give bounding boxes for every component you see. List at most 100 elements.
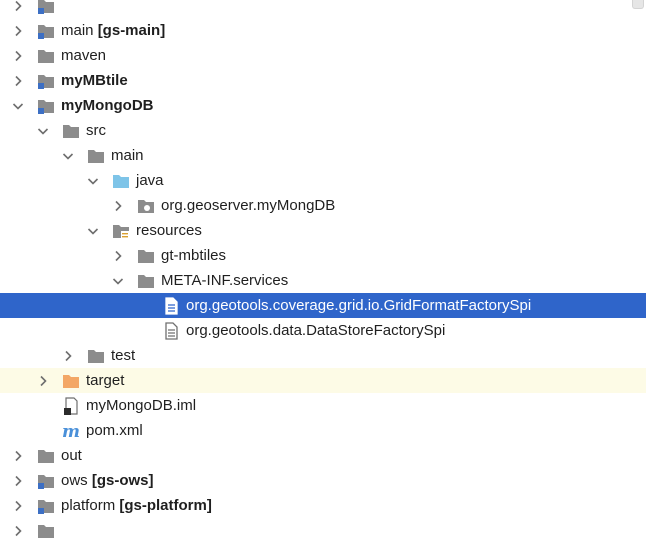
maven-pom-icon: m [62,422,80,442]
chevron-down-icon[interactable] [112,274,124,286]
folder-icon [37,447,55,465]
tree-row[interactable]: org.geotools.data.DataStoreFactorySpi [0,318,646,343]
source-folder-icon [112,172,130,190]
tree-row-name: org.geotools.data.DataStoreFactorySpi [186,322,446,339]
chevron-down-icon[interactable] [87,224,99,236]
tree-row-label: org.geoserver.myMongDB [161,193,335,218]
chevron-down-icon[interactable] [87,174,99,186]
module-name-suffix: [gs-ows] [91,472,154,489]
tree-row-name: ows [61,472,88,489]
tree-row[interactable]: platform [gs-platform] [0,493,646,518]
tree-row[interactable]: src [0,118,646,143]
tree-row-label: main [111,143,144,168]
chevron-right-icon[interactable] [112,199,124,212]
tree-row[interactable] [0,0,646,18]
tree-row-name: platform [61,497,116,514]
chevron-right-icon[interactable] [62,349,74,362]
tree-row[interactable]: maven [0,43,646,68]
tree-row[interactable]: myMBtile [0,68,646,93]
tree-row-label: gt-mbtiles [161,243,226,268]
tree-row-name: myMongoDB.iml [86,397,197,414]
chevron-right-icon[interactable] [12,0,24,12]
module-folder-icon [37,72,55,90]
tree-row-label: src [86,118,106,143]
tree-row-name: test [111,347,136,364]
tree-row[interactable]: gt-mbtiles [0,243,646,268]
tree-row-label: maven [61,43,106,68]
chevron-right-icon[interactable] [12,24,24,37]
tree-row-name: resources [136,222,202,239]
tree-row-name: gt-mbtiles [161,247,227,264]
tree-row-label: org.geotools.coverage.grid.io.GridFormat… [186,293,531,318]
text-file-icon [162,297,180,315]
tree-row[interactable]: test [0,343,646,368]
tree-row-label: myMongoDB.iml [86,393,196,418]
module-folder-icon [37,97,55,115]
tree-row-label: ows [gs-ows] [61,468,154,493]
folder-icon [137,272,155,290]
tree-row-name: target [86,372,125,389]
tree-row[interactable]: myMongoDB [0,93,646,118]
tree-row[interactable]: META-INF.services [0,268,646,293]
tree-row[interactable]: org.geoserver.myMongDB [0,193,646,218]
tree-row-name: pom.xml [86,422,143,439]
tree-row[interactable]: ows [gs-ows] [0,468,646,493]
module-folder-icon [37,472,55,490]
tree-row[interactable]: target [0,368,646,393]
tree-row[interactable] [0,518,646,543]
tree-row[interactable]: main [gs-main] [0,18,646,43]
tree-row-name: out [61,447,82,464]
tree-row-name: myMongoDB [61,97,154,114]
chevron-right-icon[interactable] [12,74,24,87]
resources-folder-icon [112,222,130,240]
tree-row-label: out [61,443,82,468]
chevron-right-icon[interactable] [112,249,124,262]
tree-row[interactable]: out [0,443,646,468]
tree-row-label: test [111,343,135,368]
tree-row-name: myMBtile [61,72,128,89]
tree-row-label: org.geotools.data.DataStoreFactorySpi [186,318,445,343]
tree-row[interactable]: myMongoDB.iml [0,393,646,418]
tree-row-name: main [61,22,94,39]
tree-row-label: main [gs-main] [61,18,165,43]
tree-row[interactable]: main [0,143,646,168]
tree-row-label: resources [136,218,202,243]
tree-row[interactable]: resources [0,218,646,243]
folder-icon [87,347,105,365]
tree-row-label: myMBtile [61,68,128,93]
folder-icon [37,522,55,540]
chevron-right-icon[interactable] [12,474,24,487]
tree-row-name: java [136,172,164,189]
module-folder-icon [37,22,55,40]
tree-row-name: src [86,122,106,139]
folder-icon [87,147,105,165]
tree-row-name: maven [61,47,107,64]
tree-row[interactable]: m pom.xml [0,418,646,443]
tree-row[interactable]: java [0,168,646,193]
tree-row-name: org.geotools.coverage.grid.io.GridFormat… [186,297,532,314]
folder-icon [62,122,80,140]
module-name-suffix: [gs-platform] [119,497,212,514]
scrollbar-thumb[interactable] [632,0,644,9]
chevron-right-icon[interactable] [12,499,24,512]
tree-row-label: java [136,168,164,193]
tree-row-name: META-INF.services [161,272,289,289]
chevron-right-icon[interactable] [37,374,49,387]
chevron-right-icon[interactable] [12,449,24,462]
chevron-down-icon[interactable] [62,149,74,161]
iml-file-icon [62,397,80,415]
chevron-down-icon[interactable] [37,124,49,136]
tree-row-label: platform [gs-platform] [61,493,212,518]
folder-icon [37,47,55,65]
tree-row-label: myMongoDB [61,93,154,118]
tree-row-name: main [111,147,144,164]
text-file-icon [162,322,180,340]
module-folder-icon [37,0,55,15]
tree-row-label: META-INF.services [161,268,288,293]
svg-text:m: m [62,422,80,440]
chevron-right-icon[interactable] [12,49,24,62]
tree-row[interactable]: org.geotools.coverage.grid.io.GridFormat… [0,293,646,318]
folder-icon [137,247,155,265]
chevron-down-icon[interactable] [12,99,24,111]
chevron-right-icon[interactable] [12,524,24,537]
